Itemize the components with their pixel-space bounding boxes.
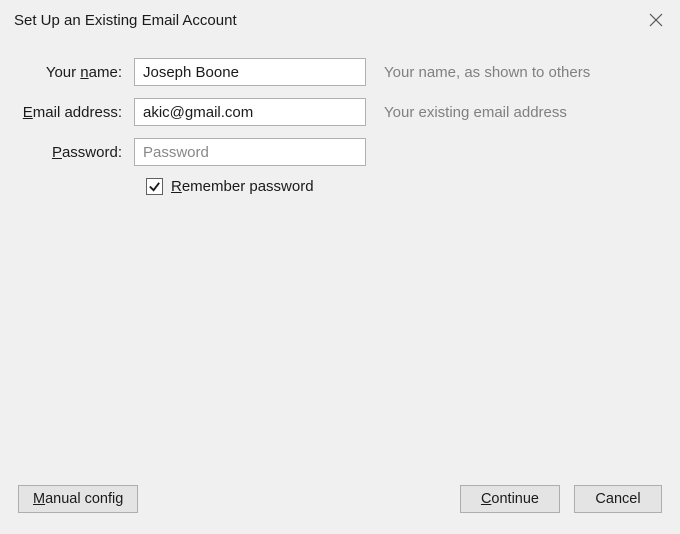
email-field[interactable] [134, 98, 366, 126]
email-row: Email address: Your existing email addre… [20, 98, 660, 126]
password-field[interactable] [134, 138, 366, 166]
name-input[interactable] [134, 58, 366, 86]
checkmark-icon [148, 180, 161, 193]
button-bar: Manual config Continue Cancel [0, 480, 680, 534]
email-label: Email address: [20, 104, 134, 121]
close-icon[interactable] [648, 12, 664, 28]
remember-checkbox[interactable] [146, 178, 163, 195]
name-hint: Your name, as shown to others [384, 64, 590, 81]
manual-config-button[interactable]: Manual config [18, 485, 138, 513]
remember-row: Remember password [146, 178, 660, 195]
continue-button[interactable]: Continue [460, 485, 560, 513]
email-hint: Your existing email address [384, 104, 567, 121]
name-row: Your name: Your name, as shown to others [20, 58, 660, 86]
window-title: Set Up an Existing Email Account [14, 12, 237, 29]
titlebar: Set Up an Existing Email Account [0, 0, 680, 40]
cancel-button[interactable]: Cancel [574, 485, 662, 513]
password-row: Password: [20, 138, 660, 166]
form-content: Your name: Your name, as shown to others… [0, 40, 680, 480]
dialog-window: Set Up an Existing Email Account Your na… [0, 0, 680, 534]
remember-label: Remember password [171, 178, 314, 195]
name-label: Your name: [20, 64, 134, 81]
password-label: Password: [20, 144, 134, 161]
